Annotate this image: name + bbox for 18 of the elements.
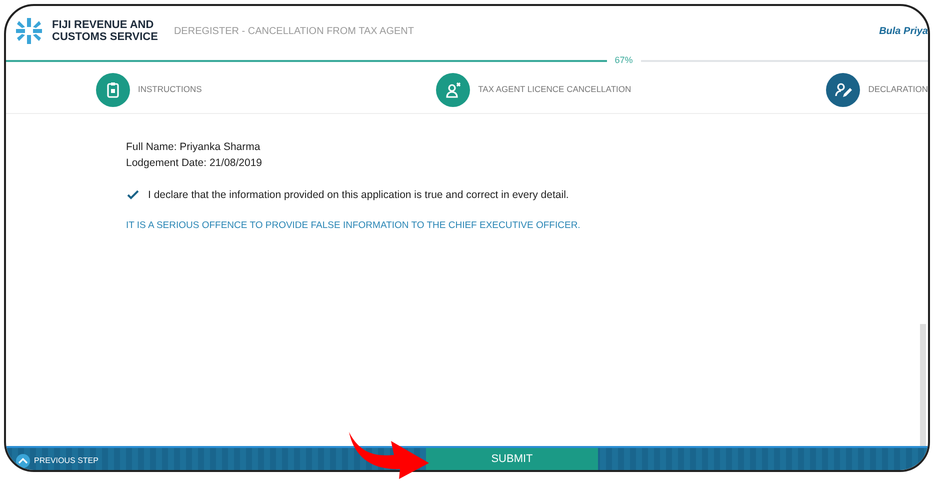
step-label[interactable]: TAX AGENT LICENCE CANCELLATION <box>478 83 632 96</box>
logo-icon <box>14 16 44 46</box>
declaration-text: I declare that the information provided on this application is true and correct in every detail. <box>148 188 569 202</box>
user-pencil-icon[interactable] <box>826 72 860 106</box>
clipboard-icon[interactable] <box>96 72 130 106</box>
warning-text: IT IS A SERIOUS OFFENCE TO PROVIDE FALSE INFORMATION TO THE CHIEF EXECUTIVE OFFICER. <box>126 219 582 234</box>
detail-text: Full Name: Priyanka Sharma <box>126 140 262 155</box>
up-chevron-icon <box>16 454 30 468</box>
brand-name: FIJI REVENUE AND CUSTOMS SERVICE <box>52 19 158 43</box>
detail-text: Lodgement Date: 21/08/2019 <box>126 156 264 171</box>
page-title: DEREGISTER - CANCELLATION FROM TAX AGENT <box>174 24 415 38</box>
greeting: Bula Priya <box>879 24 928 38</box>
step-label[interactable]: INSTRUCTIONS <box>138 83 202 96</box>
previous-step-button[interactable]: PREVIOUS STEP <box>6 454 98 468</box>
user-remove-icon[interactable] <box>436 72 470 106</box>
scrollbar[interactable] <box>920 324 926 449</box>
step-label[interactable]: DECLARATION <box>868 83 928 96</box>
submit-button[interactable]: SUBMIT <box>426 448 598 470</box>
